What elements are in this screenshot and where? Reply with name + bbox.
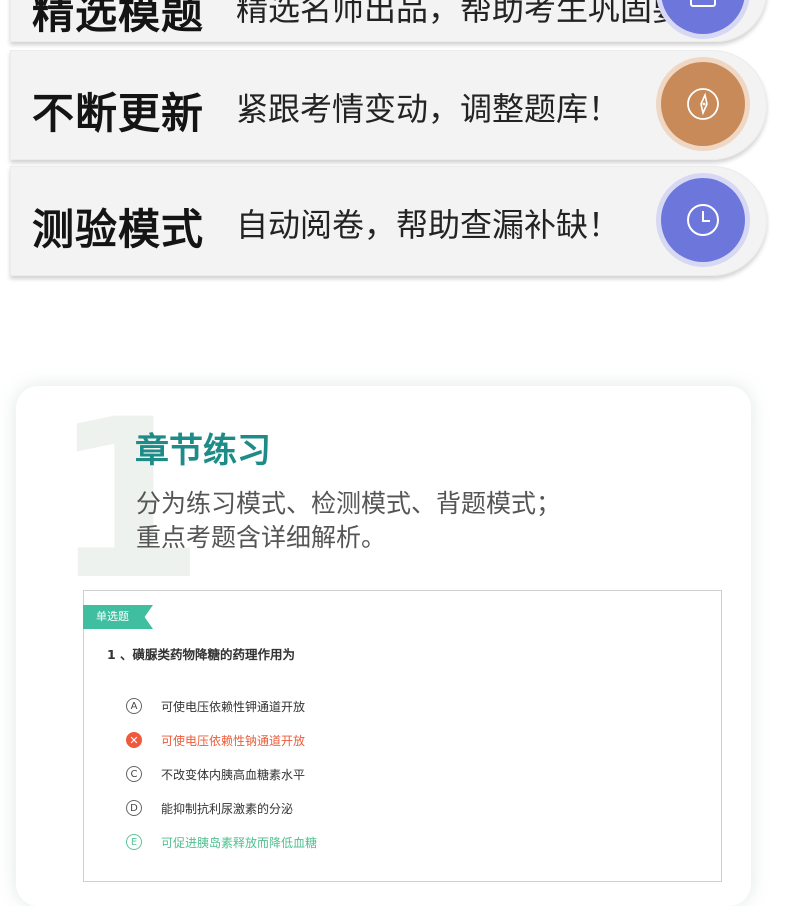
option-e[interactable]: E 可促进胰岛素释放而降低血糖 xyxy=(126,832,317,852)
option-marker: A xyxy=(126,698,142,714)
feature-title: 测验模式 xyxy=(32,205,205,254)
option-text: 可使电压依赖性钠通道开放 xyxy=(161,733,306,748)
option-b[interactable]: ✕ 可使电压依赖性钠通道开放 xyxy=(126,730,305,750)
feature-desc: 自动阅卷，帮助查漏补缺！ xyxy=(236,206,621,244)
feature-card-test: 测验模式 自动阅卷，帮助查漏补缺！ xyxy=(10,166,767,276)
option-text: 不改变体内胰高血糖素水平 xyxy=(161,767,306,782)
option-a[interactable]: A 可使电压依赖性钾通道开放 xyxy=(126,696,305,716)
feature-card-practice: 精选模题 精选名师出品，帮助考生巩固要点！ xyxy=(10,0,767,42)
question-type-tag: 单选题 xyxy=(83,605,153,629)
compass-icon xyxy=(661,62,745,146)
wrong-icon: ✕ xyxy=(126,732,142,748)
option-marker: C xyxy=(126,766,142,782)
option-marker: D xyxy=(126,800,142,816)
section-desc-line: 重点考题含详细解析。 xyxy=(136,523,387,552)
option-d[interactable]: D 能抑制抗利尿激素的分泌 xyxy=(126,798,293,818)
feature-title: 精选模题 xyxy=(32,0,205,38)
clock-icon xyxy=(661,178,745,262)
option-marker: E xyxy=(126,834,142,850)
section-title: 章节练习 xyxy=(135,431,271,471)
option-text: 能抑制抗利尿激素的分泌 xyxy=(161,801,294,816)
feature-desc: 紧跟考情变动，调整题库！ xyxy=(236,90,621,128)
question-text: 1 、磺脲类药物降糖的药理作用为 xyxy=(107,647,296,662)
option-c[interactable]: C 不改变体内胰高血糖素水平 xyxy=(126,764,305,784)
feature-card-update: 不断更新 紧跟考情变动，调整题库！ xyxy=(10,50,767,160)
feature-title: 不断更新 xyxy=(32,89,205,138)
option-text: 可促进胰岛素释放而降低血糖 xyxy=(161,835,318,850)
option-text: 可使电压依赖性钾通道开放 xyxy=(161,699,306,714)
section-desc-line: 分为练习模式、检测模式、背题模式； xyxy=(136,489,562,518)
